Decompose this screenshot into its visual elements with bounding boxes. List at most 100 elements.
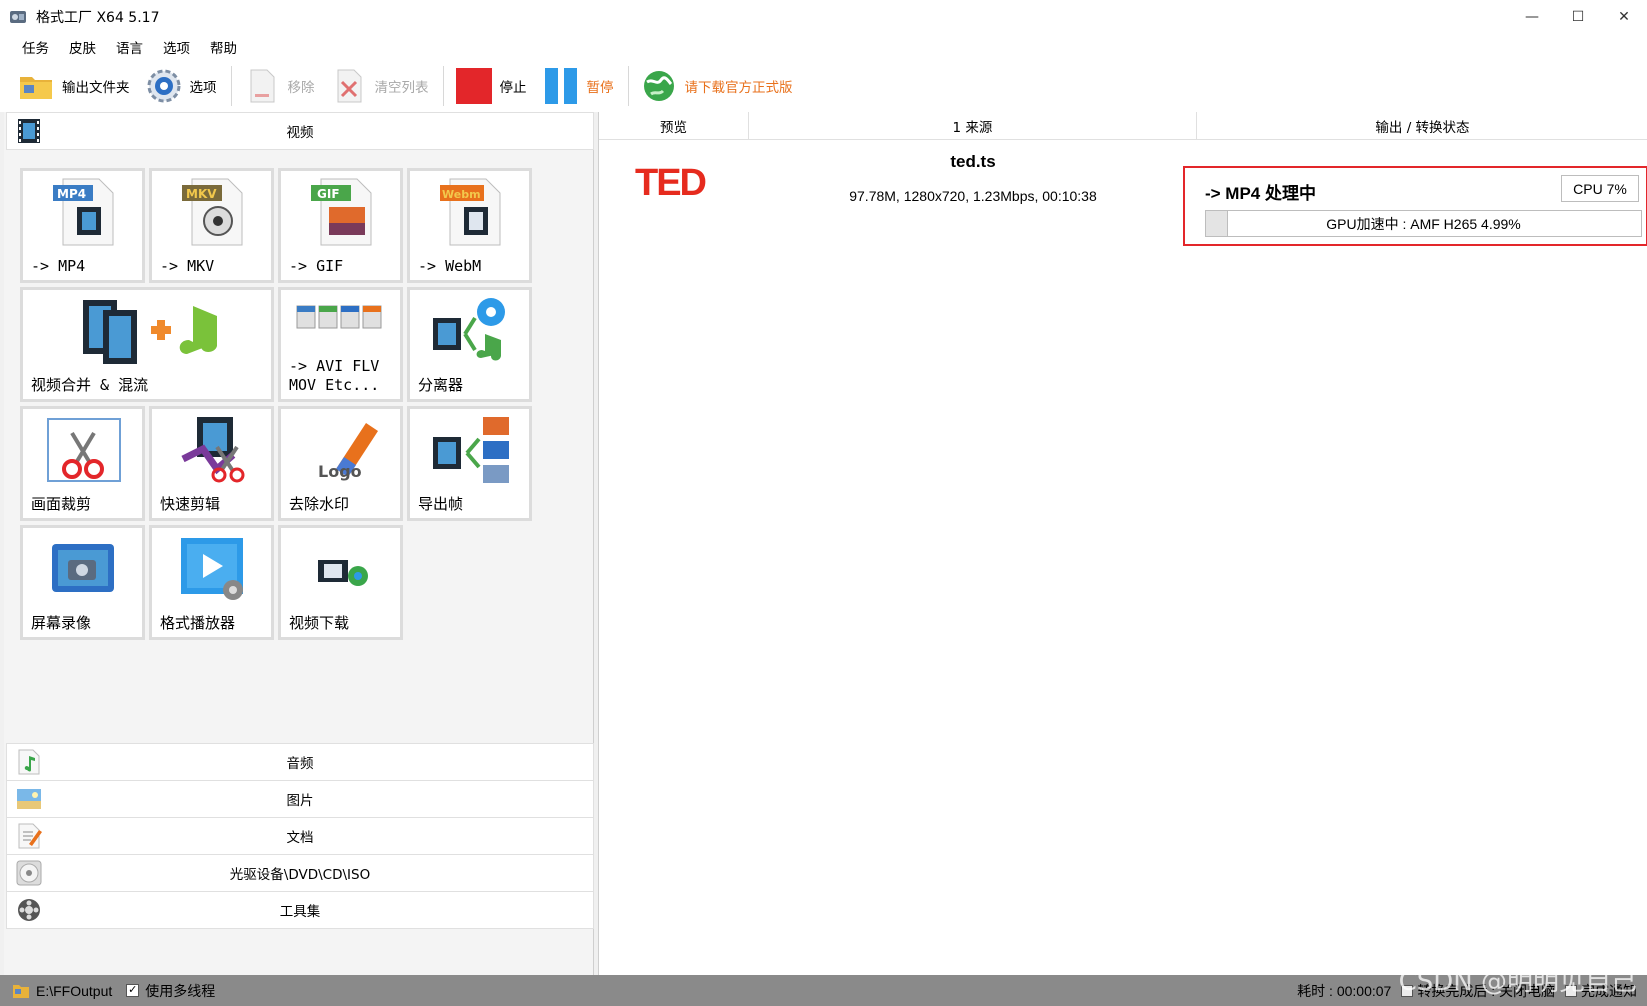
tile-to-avi-flv-mov[interactable]: -> AVI FLV MOV Etc... — [278, 287, 403, 402]
toolbar-divider — [442, 66, 444, 106]
output-folder-button[interactable]: 输出文件夹 — [16, 64, 130, 108]
options-button[interactable]: 选项 — [144, 64, 217, 108]
output-path[interactable]: E:\FFOutput — [36, 983, 112, 999]
tile-export-frames[interactable]: 导出帧 — [407, 406, 532, 521]
tile-label: -> AVI FLV MOV Etc... — [289, 357, 380, 394]
tools-reel-icon — [18, 899, 40, 921]
tile-label: 分离器 — [418, 376, 464, 394]
tile-splitter[interactable]: 分离器 — [407, 287, 532, 402]
column-header-output[interactable]: 输出 / 转换状态 — [1197, 112, 1647, 140]
tile-quick-clip[interactable]: 快速剪辑 — [149, 406, 274, 521]
elapsed-time: 耗时 : 00:00:07 — [1297, 982, 1392, 999]
tile-label: 画面裁剪 — [31, 495, 92, 513]
stop-button[interactable]: 停止 — [454, 64, 527, 108]
menu-options[interactable]: 选项 — [153, 37, 200, 57]
conversion-status-cell: -> MP4 处理中 CPU 7% GPU加速中 : AMF H265 4.99… — [1183, 166, 1647, 246]
toolbar: 输出文件夹 选项 移除 清空列表 停止 暂停 请下载官方正式版 — [0, 60, 1647, 112]
tile-to-mkv[interactable]: MKV -> MKV — [149, 168, 274, 283]
category-video-label: 视频 — [286, 125, 314, 141]
category-document[interactable]: 文档 — [6, 817, 594, 855]
title-bar: 格式工厂 X64 5.17 — ☐ ✕ — [0, 0, 1647, 34]
table-row[interactable]: TED ted.ts 97.78M, 1280x720, 1.23Mbps, 0… — [599, 140, 1647, 246]
tile-label: -> GIF — [289, 257, 344, 275]
menu-skin[interactable]: 皮肤 — [59, 37, 106, 57]
clear-list-button[interactable]: 清空列表 — [329, 64, 429, 108]
output-folder-label: 输出文件夹 — [62, 80, 130, 96]
tile-crop[interactable]: 画面裁剪 — [20, 406, 145, 521]
notify-checkbox[interactable] — [1565, 984, 1577, 997]
svg-text:Webm: Webm — [442, 188, 481, 201]
notify-option[interactable]: 完成通知 — [1565, 981, 1637, 1001]
category-disc-label: 光驱设备\DVD\CD\ISO — [229, 867, 371, 883]
tile-video-download[interactable]: 视频下载 — [278, 525, 403, 640]
tile-to-gif[interactable]: GIF -> GIF — [278, 168, 403, 283]
multi-format-icon — [281, 290, 400, 346]
svg-text:MP4: MP4 — [57, 187, 86, 201]
pause-button[interactable]: 暂停 — [541, 64, 614, 108]
category-image[interactable]: 图片 — [6, 780, 594, 818]
crop-scissors-icon — [23, 409, 142, 491]
column-header-source[interactable]: 1 来源 — [749, 112, 1197, 140]
quick-clip-icon — [152, 409, 271, 491]
menu-help[interactable]: 帮助 — [200, 37, 247, 57]
menu-task[interactable]: 任务 — [12, 37, 59, 57]
disc-icon — [16, 860, 42, 886]
source-file-meta: 97.78M, 1280x720, 1.23Mbps, 00:10:38 — [849, 188, 1097, 204]
category-panel: 视频 MP4 -> MP4 MKV -> MKV GIF -> GIF Webm — [4, 112, 594, 975]
document-remove-icon — [242, 66, 282, 106]
svg-text:Logo: Logo — [318, 462, 362, 481]
gif-file-icon: GIF — [281, 171, 400, 253]
tile-format-player[interactable]: 格式播放器 — [149, 525, 274, 640]
category-video-header[interactable]: 视频 — [6, 112, 594, 150]
player-icon — [152, 528, 271, 610]
tile-label: 格式播放器 — [160, 614, 236, 632]
minimize-button[interactable]: — — [1509, 0, 1555, 34]
after-convert-checkbox[interactable] — [1401, 984, 1414, 997]
progress-text: GPU加速中 : AMF H265 4.99% — [1326, 215, 1521, 232]
clear-list-label: 清空列表 — [374, 80, 429, 96]
window-title: 格式工厂 X64 5.17 — [36, 10, 160, 26]
folder-icon[interactable] — [12, 983, 30, 999]
remove-label: 移除 — [287, 80, 315, 96]
category-tools[interactable]: 工具集 — [6, 891, 594, 929]
globe-download-icon — [639, 66, 679, 106]
tile-to-mp4[interactable]: MP4 -> MP4 — [20, 168, 145, 283]
status-bar-right: 耗时 : 00:00:07 转换完成后 : 关闭电脑 完成通知 — [1287, 975, 1647, 1006]
preview-thumbnail: TED — [635, 162, 707, 204]
remove-button[interactable]: 移除 — [242, 64, 315, 108]
image-icon — [17, 789, 41, 809]
multithread-checkbox[interactable]: ✓ — [126, 984, 140, 997]
tile-to-webm[interactable]: Webm -> WebM — [407, 168, 532, 283]
pause-label: 暂停 — [586, 80, 614, 96]
column-header-preview[interactable]: 预览 — [599, 112, 749, 140]
export-frames-icon — [410, 409, 529, 491]
stop-label: 停止 — [499, 80, 527, 96]
category-audio-label: 音频 — [286, 756, 314, 772]
svg-text:GIF: GIF — [317, 187, 340, 201]
after-convert-label: 转换完成后 : 关闭电脑 — [1417, 982, 1555, 999]
after-convert-option[interactable]: 转换完成后 : 关闭电脑 — [1401, 981, 1555, 1001]
task-list-panel: 预览 1 来源 输出 / 转换状态 TED ted.ts 97.78M, 128… — [598, 112, 1647, 975]
menu-bar: 任务 皮肤 语言 选项 帮助 — [0, 34, 1647, 60]
menu-language[interactable]: 语言 — [106, 37, 153, 57]
category-audio[interactable]: 音频 — [6, 743, 594, 781]
app-logo-icon — [10, 11, 26, 23]
download-official-button[interactable]: 请下载官方正式版 — [639, 64, 793, 108]
mkv-file-icon: MKV — [152, 171, 271, 253]
film-icon — [18, 119, 40, 143]
svg-text:MKV: MKV — [186, 187, 217, 201]
maximize-button[interactable]: ☐ — [1555, 0, 1601, 34]
tile-label: -> WebM — [418, 257, 482, 275]
tile-video-merge[interactable]: 视频合并 & 混流 — [20, 287, 274, 402]
tile-label: 导出帧 — [418, 495, 464, 513]
task-table-header: 预览 1 来源 输出 / 转换状态 — [599, 112, 1647, 140]
tile-remove-watermark[interactable]: Logo 去除水印 — [278, 406, 403, 521]
tile-screen-record[interactable]: 屏幕录像 — [20, 525, 145, 640]
tile-label: 视频下载 — [289, 614, 350, 632]
document-pencil-icon — [18, 823, 42, 849]
window-controls: — ☐ ✕ — [1509, 0, 1647, 34]
conversion-progress-bar: GPU加速中 : AMF H265 4.99% — [1205, 210, 1642, 237]
category-disc[interactable]: 光驱设备\DVD\CD\ISO — [6, 854, 594, 892]
close-button[interactable]: ✕ — [1601, 0, 1647, 34]
screen-record-icon — [23, 528, 142, 610]
